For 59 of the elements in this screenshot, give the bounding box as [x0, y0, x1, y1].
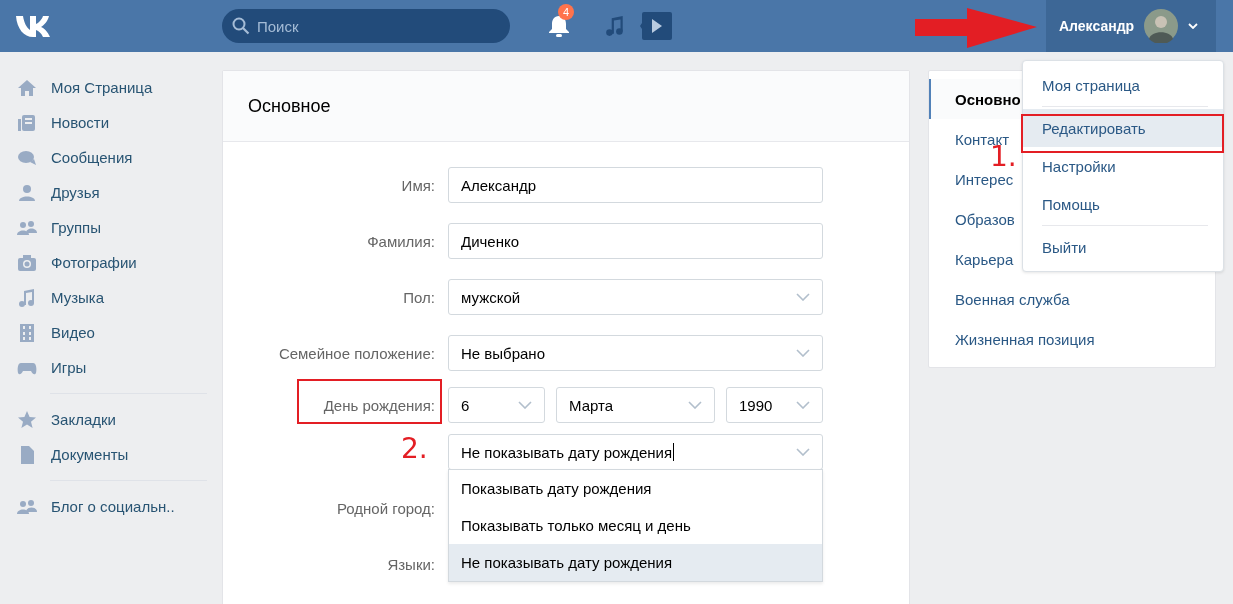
chevron-down-icon	[518, 401, 532, 409]
chevron-down-icon	[796, 349, 810, 357]
dropdown-option[interactable]: Показывать только месяц и день	[449, 507, 822, 544]
dropdown-option[interactable]: Не показывать дату рождения	[449, 544, 822, 581]
camera-icon	[17, 252, 37, 273]
text-cursor	[673, 443, 675, 461]
avatar	[1144, 9, 1179, 43]
sidebar-item[interactable]: Фотографии	[51, 254, 137, 271]
dropdown[interactable]: мужской	[448, 279, 823, 315]
star-icon	[17, 409, 37, 430]
menu-item[interactable]: Моя страница	[1023, 66, 1223, 104]
notification-badge: 4	[558, 4, 574, 20]
field-label: Пол:	[402, 288, 435, 306]
field-label: Семейное положение:	[277, 344, 435, 362]
field-label: Родной город:	[335, 499, 435, 517]
search-field[interactable]: Поиск	[222, 9, 510, 43]
input-field[interactable]: Диченко	[448, 223, 823, 259]
chevron-down-icon	[796, 401, 810, 409]
section-menu-item[interactable]: Военная служба	[929, 279, 1215, 319]
field-label: День рождения:	[322, 396, 435, 414]
sidebar-item[interactable]: Закладки	[51, 411, 116, 428]
field-label: Имя:	[400, 176, 435, 194]
menu-item[interactable]: Помощь	[1023, 185, 1223, 223]
card-title: Основное	[223, 71, 909, 142]
user-menu-button[interactable]: Александр	[1046, 0, 1216, 52]
dropdown[interactable]: Не выбрано	[448, 335, 823, 371]
input-field[interactable]: Александр	[448, 167, 823, 203]
chevron-down-icon	[796, 448, 810, 456]
person-icon	[17, 182, 37, 203]
menu-item[interactable]: Редактировать	[1023, 109, 1223, 147]
sidebar-item[interactable]: Новости	[51, 114, 110, 131]
field-label: Фамилия:	[366, 232, 435, 250]
chevron-down-icon	[796, 293, 810, 301]
home-icon	[17, 77, 37, 98]
section-menu-item[interactable]: Жизненная позиция	[929, 319, 1215, 359]
day-dropdown[interactable]: 6	[448, 387, 545, 423]
chevron-down-icon	[688, 401, 702, 409]
sidebar-item[interactable]: Блог о социальн..	[51, 498, 175, 515]
field-label: Языки:	[386, 555, 435, 573]
step-number: 2.	[401, 438, 428, 461]
note-icon	[17, 287, 37, 308]
sidebar-item[interactable]: Друзья	[51, 184, 100, 201]
menu-item[interactable]: Выйти	[1023, 228, 1223, 266]
chevron-down-icon	[1188, 23, 1199, 29]
sidebar-item[interactable]: Сообщения	[51, 149, 133, 166]
sidebar-item[interactable]: Музыка	[51, 289, 105, 306]
step-number: 1.	[990, 146, 1017, 169]
dropdown-option[interactable]: Показывать дату рождения	[449, 470, 822, 507]
play-icon[interactable]	[640, 12, 672, 40]
year-dropdown[interactable]: 1990	[726, 387, 823, 423]
sidebar-item[interactable]: Группы	[51, 219, 101, 236]
sidebar-item[interactable]: Видео	[51, 324, 95, 341]
sidebar-item[interactable]: Игры	[51, 359, 87, 376]
dropdown[interactable]: Не показывать дату рождения	[448, 434, 823, 470]
sidebar-item[interactable]: Документы	[51, 446, 129, 463]
sidebar-item[interactable]: Моя Страница	[51, 79, 153, 96]
news-icon	[17, 112, 37, 133]
film-icon	[17, 322, 37, 343]
month-dropdown[interactable]: Марта	[556, 387, 715, 423]
